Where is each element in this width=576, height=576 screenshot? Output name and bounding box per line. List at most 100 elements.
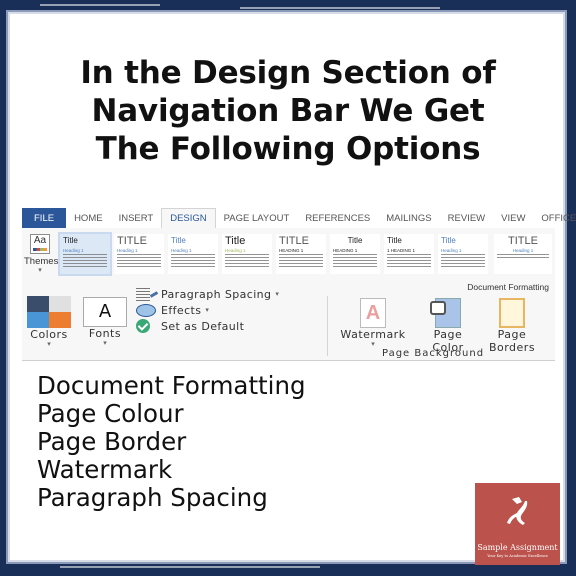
colors-palette-icon bbox=[27, 296, 71, 328]
page-heading: In the Design Section of Navigation Bar … bbox=[20, 54, 556, 168]
list-item: Document Formatting bbox=[37, 371, 306, 400]
frame-texture bbox=[60, 566, 320, 568]
themes-button[interactable]: Aa Themes ▾ bbox=[24, 232, 59, 280]
style-set-option[interactable]: Title Heading 1 bbox=[168, 234, 218, 274]
colors-label: Colors bbox=[30, 328, 68, 341]
word-ribbon-screenshot: FILE HOME INSERT DESIGN PAGE LAYOUT REFE… bbox=[22, 208, 576, 361]
document-formatting-label: Document Formatting bbox=[467, 282, 549, 292]
effects-button[interactable]: Effects ▾ bbox=[136, 302, 279, 318]
themes-icon: Aa bbox=[30, 234, 50, 254]
style-title: Title bbox=[63, 236, 78, 245]
style-text-preview bbox=[117, 254, 161, 268]
effects-label: Effects bbox=[161, 303, 202, 317]
options-list: Document Formatting Page Colour Page Bor… bbox=[37, 372, 306, 512]
style-title: TITLE bbox=[117, 235, 147, 247]
style-heading: Heading 1 bbox=[441, 248, 462, 253]
set-as-default-label: Set as Default bbox=[161, 319, 245, 333]
style-gallery: Aa Themes ▾ Title Heading 1 TITLE Headin… bbox=[22, 230, 555, 280]
logo-tagline: Your Key to Academic Excellence bbox=[487, 554, 548, 558]
style-set-option[interactable]: TITLE Heading 1 bbox=[494, 234, 552, 274]
list-item: Watermark bbox=[37, 455, 173, 484]
tab-office-tab[interactable]: OFFICE TAB bbox=[533, 208, 576, 228]
running-figure-icon bbox=[507, 497, 528, 525]
tab-review[interactable]: REVIEW bbox=[440, 208, 493, 228]
tab-view[interactable]: VIEW bbox=[493, 208, 533, 228]
style-set-option[interactable]: TITLE HEADING 1 bbox=[276, 234, 326, 274]
ribbon-tabs: FILE HOME INSERT DESIGN PAGE LAYOUT REFE… bbox=[22, 208, 576, 228]
heading-line: Navigation Bar We Get bbox=[91, 93, 485, 129]
style-text-preview bbox=[63, 254, 107, 268]
tab-insert[interactable]: INSERT bbox=[111, 208, 162, 228]
style-text-preview bbox=[333, 254, 377, 268]
frame-texture bbox=[240, 7, 440, 9]
tab-references[interactable]: REFERENCES bbox=[297, 208, 378, 228]
style-heading: HEADING 1 bbox=[279, 248, 304, 253]
style-title: Title bbox=[225, 235, 246, 247]
heading-line: In the Design Section of bbox=[80, 55, 496, 91]
page-borders-button[interactable]: Page Borders bbox=[482, 298, 542, 354]
style-title: Title bbox=[387, 236, 402, 245]
style-heading: Heading 1 bbox=[225, 248, 246, 253]
style-heading: Heading 1 bbox=[512, 248, 534, 253]
style-heading: Heading 1 bbox=[171, 248, 192, 253]
page-color-button[interactable]: Page Color bbox=[418, 298, 478, 354]
style-text-preview bbox=[225, 254, 269, 268]
tab-home[interactable]: HOME bbox=[66, 208, 111, 228]
paragraph-spacing-label: Paragraph Spacing bbox=[161, 287, 272, 301]
style-heading: HEADING 1 bbox=[333, 248, 358, 253]
logo-name: Sample Assignment bbox=[477, 543, 558, 552]
themes-label: Themes bbox=[24, 256, 59, 267]
style-set-option[interactable]: Title HEADING 1 bbox=[330, 234, 380, 274]
group-divider bbox=[327, 296, 328, 356]
style-set-option[interactable]: Title Heading 1 bbox=[58, 232, 112, 276]
style-set-option[interactable]: TITLE Heading 1 bbox=[114, 234, 164, 274]
fonts-button[interactable]: A Fonts ▾ bbox=[80, 296, 130, 348]
tab-mailings[interactable]: MAILINGS bbox=[378, 208, 439, 228]
formatting-options: Paragraph Spacing ▾ Effects ▾ Set as Def… bbox=[136, 286, 279, 334]
style-text-preview bbox=[441, 254, 485, 268]
chevron-down-icon: ▾ bbox=[103, 340, 107, 347]
checkmark-icon bbox=[136, 319, 150, 333]
chevron-down-icon: ▾ bbox=[38, 267, 42, 274]
paragraph-spacing-button[interactable]: Paragraph Spacing ▾ bbox=[136, 286, 279, 302]
page-color-label: Page bbox=[433, 328, 463, 341]
frame-texture bbox=[40, 4, 160, 6]
page-background-group-label: Page Background bbox=[382, 348, 485, 359]
style-title: Title bbox=[171, 236, 186, 245]
style-set-option[interactable]: Title Heading 1 bbox=[438, 234, 488, 274]
fonts-label: Fonts bbox=[88, 327, 122, 340]
style-text-preview bbox=[497, 254, 549, 260]
tab-file[interactable]: FILE bbox=[22, 208, 67, 228]
list-item: Paragraph Spacing bbox=[37, 483, 268, 512]
style-heading: Heading 1 bbox=[63, 248, 84, 253]
effects-icon bbox=[136, 303, 156, 317]
style-title: Title bbox=[441, 236, 456, 245]
style-text-preview bbox=[387, 254, 431, 268]
page-borders-label: Borders bbox=[488, 341, 536, 354]
paint-bucket-icon bbox=[430, 298, 461, 328]
style-heading: Heading 1 bbox=[117, 248, 138, 253]
style-title: TITLE bbox=[279, 235, 309, 247]
watermark-icon: A bbox=[360, 298, 386, 328]
paragraph-spacing-icon bbox=[136, 287, 150, 301]
chevron-down-icon: ▾ bbox=[47, 341, 51, 348]
style-set-option[interactable]: Title 1 HEADING 1 bbox=[384, 234, 434, 274]
tab-page-layout[interactable]: PAGE LAYOUT bbox=[216, 208, 298, 228]
set-as-default-button[interactable]: Set as Default bbox=[136, 318, 279, 334]
watermark-label: Watermark bbox=[340, 328, 406, 341]
style-title: TITLE bbox=[508, 235, 538, 247]
list-item: Page Colour bbox=[37, 399, 184, 428]
tab-design[interactable]: DESIGN bbox=[161, 208, 216, 228]
chevron-down-icon: ▾ bbox=[205, 306, 210, 314]
colors-button[interactable]: Colors ▾ bbox=[24, 296, 74, 349]
style-heading: 1 HEADING 1 bbox=[387, 248, 416, 253]
style-text-preview bbox=[171, 254, 215, 268]
style-title: Title bbox=[347, 236, 363, 245]
heading-line: The Following Options bbox=[95, 131, 481, 167]
fonts-icon: A bbox=[83, 297, 127, 327]
watermark-button[interactable]: A Watermark ▾ bbox=[334, 298, 412, 349]
page-borders-label: Page bbox=[497, 328, 527, 341]
style-set-option[interactable]: Title Heading 1 bbox=[222, 234, 272, 274]
style-text-preview bbox=[279, 254, 323, 268]
sample-assignment-logo: Sample Assignment Your Key to Academic E… bbox=[475, 483, 560, 565]
